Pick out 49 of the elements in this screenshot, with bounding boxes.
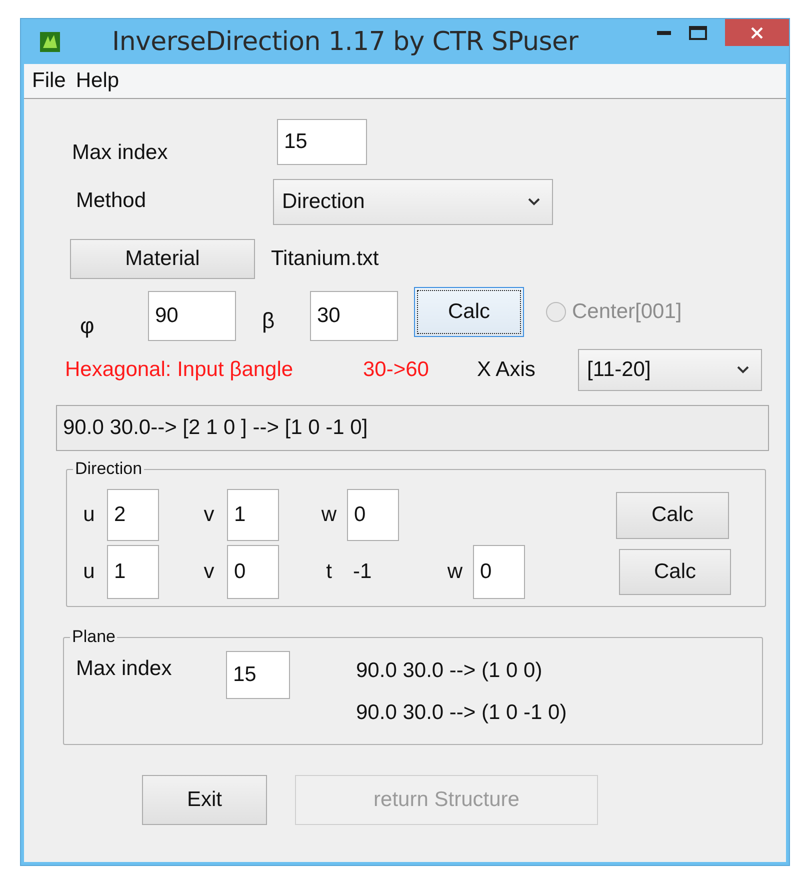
index-label: u: [82, 503, 96, 527]
material-file-name: Titanium.txt: [271, 247, 379, 271]
index-field[interactable]: 0: [473, 545, 525, 599]
index-label: v: [202, 560, 216, 584]
exit-button[interactable]: Exit: [142, 775, 267, 825]
max-index-field[interactable]: 15: [226, 651, 290, 699]
beta-field[interactable]: 30: [310, 291, 398, 341]
calc-button[interactable]: Calc: [414, 287, 524, 337]
material-button[interactable]: Material: [70, 239, 255, 279]
index-field[interactable]: 2: [107, 489, 159, 541]
result-field: 90.0 30.0--> [2 1 0 ] --> [1 0 -1 0]: [56, 405, 769, 451]
menu-item[interactable]: Help: [76, 69, 120, 93]
max-index-field[interactable]: 15: [277, 119, 367, 165]
index-label: u: [82, 560, 96, 584]
menu-item[interactable]: File: [32, 69, 66, 93]
x-axis-dropdown[interactable]: [11-20]: [578, 349, 762, 391]
calc-button[interactable]: Calc: [616, 492, 729, 538]
index-field[interactable]: 1: [107, 545, 159, 599]
x-axis-label: X Axis: [477, 358, 536, 382]
minimize-icon: [657, 30, 671, 34]
index-field[interactable]: 1: [227, 489, 279, 541]
index-label: t: [325, 560, 333, 584]
plane-result-text: 90.0 30.0 --> (1 0 0): [356, 659, 544, 683]
index-field[interactable]: 0: [227, 545, 279, 599]
beta-label: β: [262, 308, 276, 334]
calc-button[interactable]: Calc: [619, 549, 731, 595]
group-title: Plane: [71, 627, 116, 647]
angle-change-text: 30->60: [363, 358, 430, 382]
index-value: -1: [353, 560, 373, 584]
index-field[interactable]: 0: [347, 489, 399, 541]
app-icon: [40, 32, 60, 52]
max-index-label: Max index: [72, 141, 169, 165]
phi-label: φ: [80, 313, 96, 339]
max-index-label: Max index: [76, 657, 173, 681]
maximize-icon: [689, 26, 707, 40]
close-button[interactable]: [725, 19, 789, 46]
index-label: w: [320, 503, 338, 527]
index-label: v: [202, 503, 216, 527]
index-label: w: [446, 560, 464, 584]
plane-result-text: 90.0 30.0 --> (1 0 -1 0): [356, 701, 567, 725]
window-title: InverseDirection 1.17 by CTR SPuser: [112, 26, 578, 56]
chevron-icon: [528, 198, 540, 206]
group-title: Direction: [74, 459, 144, 479]
method-dropdown[interactable]: Direction: [273, 179, 553, 225]
chevron-icon: [737, 366, 749, 374]
close-icon: [750, 26, 764, 40]
warning-message: Hexagonal: Input βangle: [65, 358, 294, 382]
method-label: Method: [76, 189, 148, 213]
phi-field[interactable]: 90: [148, 291, 236, 341]
